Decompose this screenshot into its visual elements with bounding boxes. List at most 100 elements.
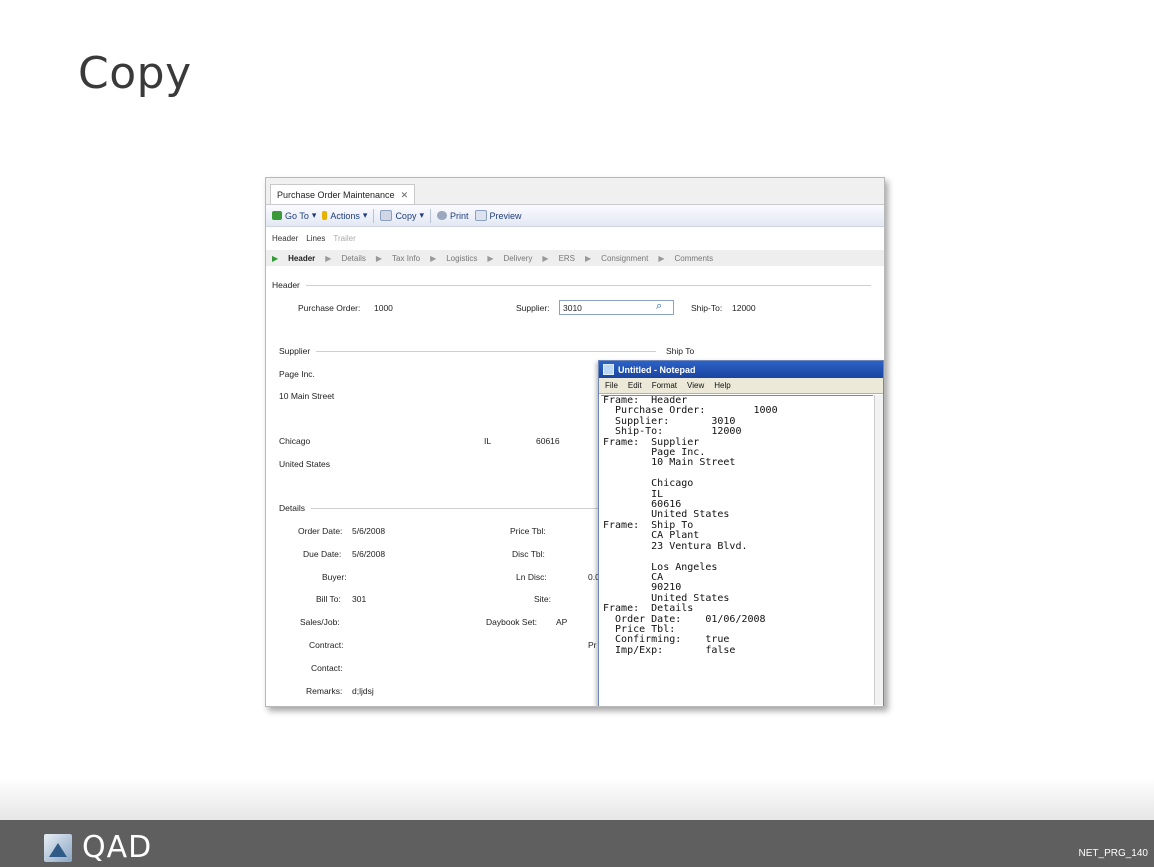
print-button[interactable]: Print [436,211,469,221]
supplier-state: IL [484,436,492,446]
search-icon[interactable]: ⌕ [656,300,662,313]
breadcrumb-details[interactable]: Details [341,254,365,263]
play-icon: ▶ [658,253,665,263]
remarks-value: d;ljdsj [352,686,374,696]
goto-label: Go To [285,210,309,221]
breadcrumb-delivery[interactable]: Delivery [504,254,533,263]
footer-fade [0,778,1154,820]
breadcrumb-logistics[interactable]: Logistics [446,254,477,263]
menu-file[interactable]: File [605,381,618,390]
copy-label: Copy [395,210,417,221]
sales-job-label: Sales/Job: [300,617,340,627]
supplier-city: Chicago [279,436,311,446]
bill-to-label: Bill To: [316,594,341,604]
supplier-section: Supplier [279,346,657,356]
menu-view[interactable]: View [687,381,704,390]
goto-button[interactable]: Go To ▾ [272,210,316,221]
notepad-window: Untitled - Notepad File Edit Format View… [598,360,884,706]
menu-format[interactable]: Format [652,381,677,390]
play-icon: ▶ [272,253,279,263]
slide: Copy Purchase Order Maintenance ✕ Go To … [0,0,1154,867]
price-tbl-label: Price Tbl: [510,526,546,536]
shipto-label: Ship-To: [691,303,723,313]
print-icon [436,211,447,220]
subtab-lines[interactable]: Lines [306,234,325,243]
supplier-country: United States [279,459,331,469]
contract-label: Contract: [309,640,344,650]
disc-tbl-label: Disc Tbl: [512,549,545,559]
section-divider [316,350,657,352]
play-icon: ▶ [487,253,494,263]
breadcrumb-header[interactable]: Header [288,254,315,263]
details-section: Details [279,503,611,513]
ln-disc-label: Ln Disc: [516,572,547,582]
toolbar: Go To ▾ Actions ▾ Copy ▾ Print Preview [266,205,884,227]
play-icon: ▶ [375,253,383,263]
breadcrumb-consignment[interactable]: Consignment [601,254,648,263]
play-icon: ▶ [325,253,332,263]
supplier-street: 10 Main Street [279,391,335,401]
lightning-icon [322,211,328,220]
close-icon[interactable]: ✕ [401,186,409,204]
daybook-value: AP [556,617,568,627]
play-icon: ▶ [585,253,592,263]
preview-button[interactable]: Preview [474,210,522,221]
notepad-scrollbar[interactable] [874,395,883,705]
po-maintenance-window: Purchase Order Maintenance ✕ Go To ▾ Act… [265,177,885,707]
order-date-value: 5/6/2008 [352,526,386,536]
actions-button[interactable]: Actions ▾ [322,210,367,221]
tab-label: Purchase Order Maintenance [277,189,395,200]
tab-strip: Purchase Order Maintenance ✕ [266,178,884,205]
chevron-down-icon: ▾ [311,210,317,220]
copy-button[interactable]: Copy ▾ [380,210,424,221]
arrow-icon [272,211,282,220]
order-date-label: Order Date: [298,526,343,536]
details-section-title: Details [279,503,305,513]
breadcrumb-comments[interactable]: Comments [674,254,713,263]
supplier-label: Supplier: [516,303,550,313]
subtab-header[interactable]: Header [272,234,298,243]
po-label: Purchase Order: [298,303,361,313]
menu-help[interactable]: Help [714,381,730,390]
preview-label: Preview [489,210,522,221]
supplier-section-title: Supplier [279,346,311,356]
toolbar-separator [373,208,375,223]
daybook-label: Daybook Set: [486,617,538,627]
qad-logo-icon [44,833,72,862]
preview-icon [474,210,487,221]
chevron-down-icon: ▾ [362,210,368,220]
menu-edit[interactable]: Edit [628,381,642,390]
notepad-menu-bar: File Edit Format View Help [599,378,883,394]
shipto-value: 12000 [732,303,756,313]
chevron-down-icon: ▾ [419,210,424,220]
supplier-zip: 60616 [536,436,560,446]
breadcrumb-tax-info[interactable]: Tax Info [392,254,420,263]
po-value: 1000 [374,303,393,313]
subtab-trailer[interactable]: Trailer [333,234,355,243]
header-section: Header [272,280,871,290]
play-icon: ▶ [542,253,549,263]
play-icon: ▶ [430,253,437,263]
pr-label: Pr [588,640,597,650]
copy-icon [380,210,393,221]
section-divider [305,284,871,286]
notepad-icon [603,364,614,375]
breadcrumb-ers[interactable]: ERS [559,254,575,263]
contact-label: Contact: [311,663,343,673]
due-date-label: Due Date: [303,549,342,559]
site-label: Site: [534,594,552,604]
breadcrumb: ▶ Header ▶ Details ▶ Tax Info ▶ Logistics ▶ D… [266,250,884,266]
tab-purchase-order-maintenance[interactable]: Purchase Order Maintenance ✕ [270,184,416,204]
slide-title: Copy [78,48,192,99]
qad-logo-text: QAD [82,830,153,865]
shipto-section-title: Ship To [666,346,695,356]
notepad-title: Untitled - Notepad [618,364,696,375]
notepad-title-bar[interactable]: Untitled - Notepad [599,361,883,378]
remarks-label: Remarks: [306,686,343,696]
supplier-name: Page Inc. [279,369,315,379]
footer-bar: QAD NET_PRG_140 [0,820,1154,867]
slide-code: NET_PRG_140 [1078,848,1148,859]
section-divider [310,507,611,509]
bill-to-value: 301 [352,594,367,604]
notepad-text-area[interactable]: Frame: Header Purchase Order: 1000 Suppl… [601,395,873,706]
